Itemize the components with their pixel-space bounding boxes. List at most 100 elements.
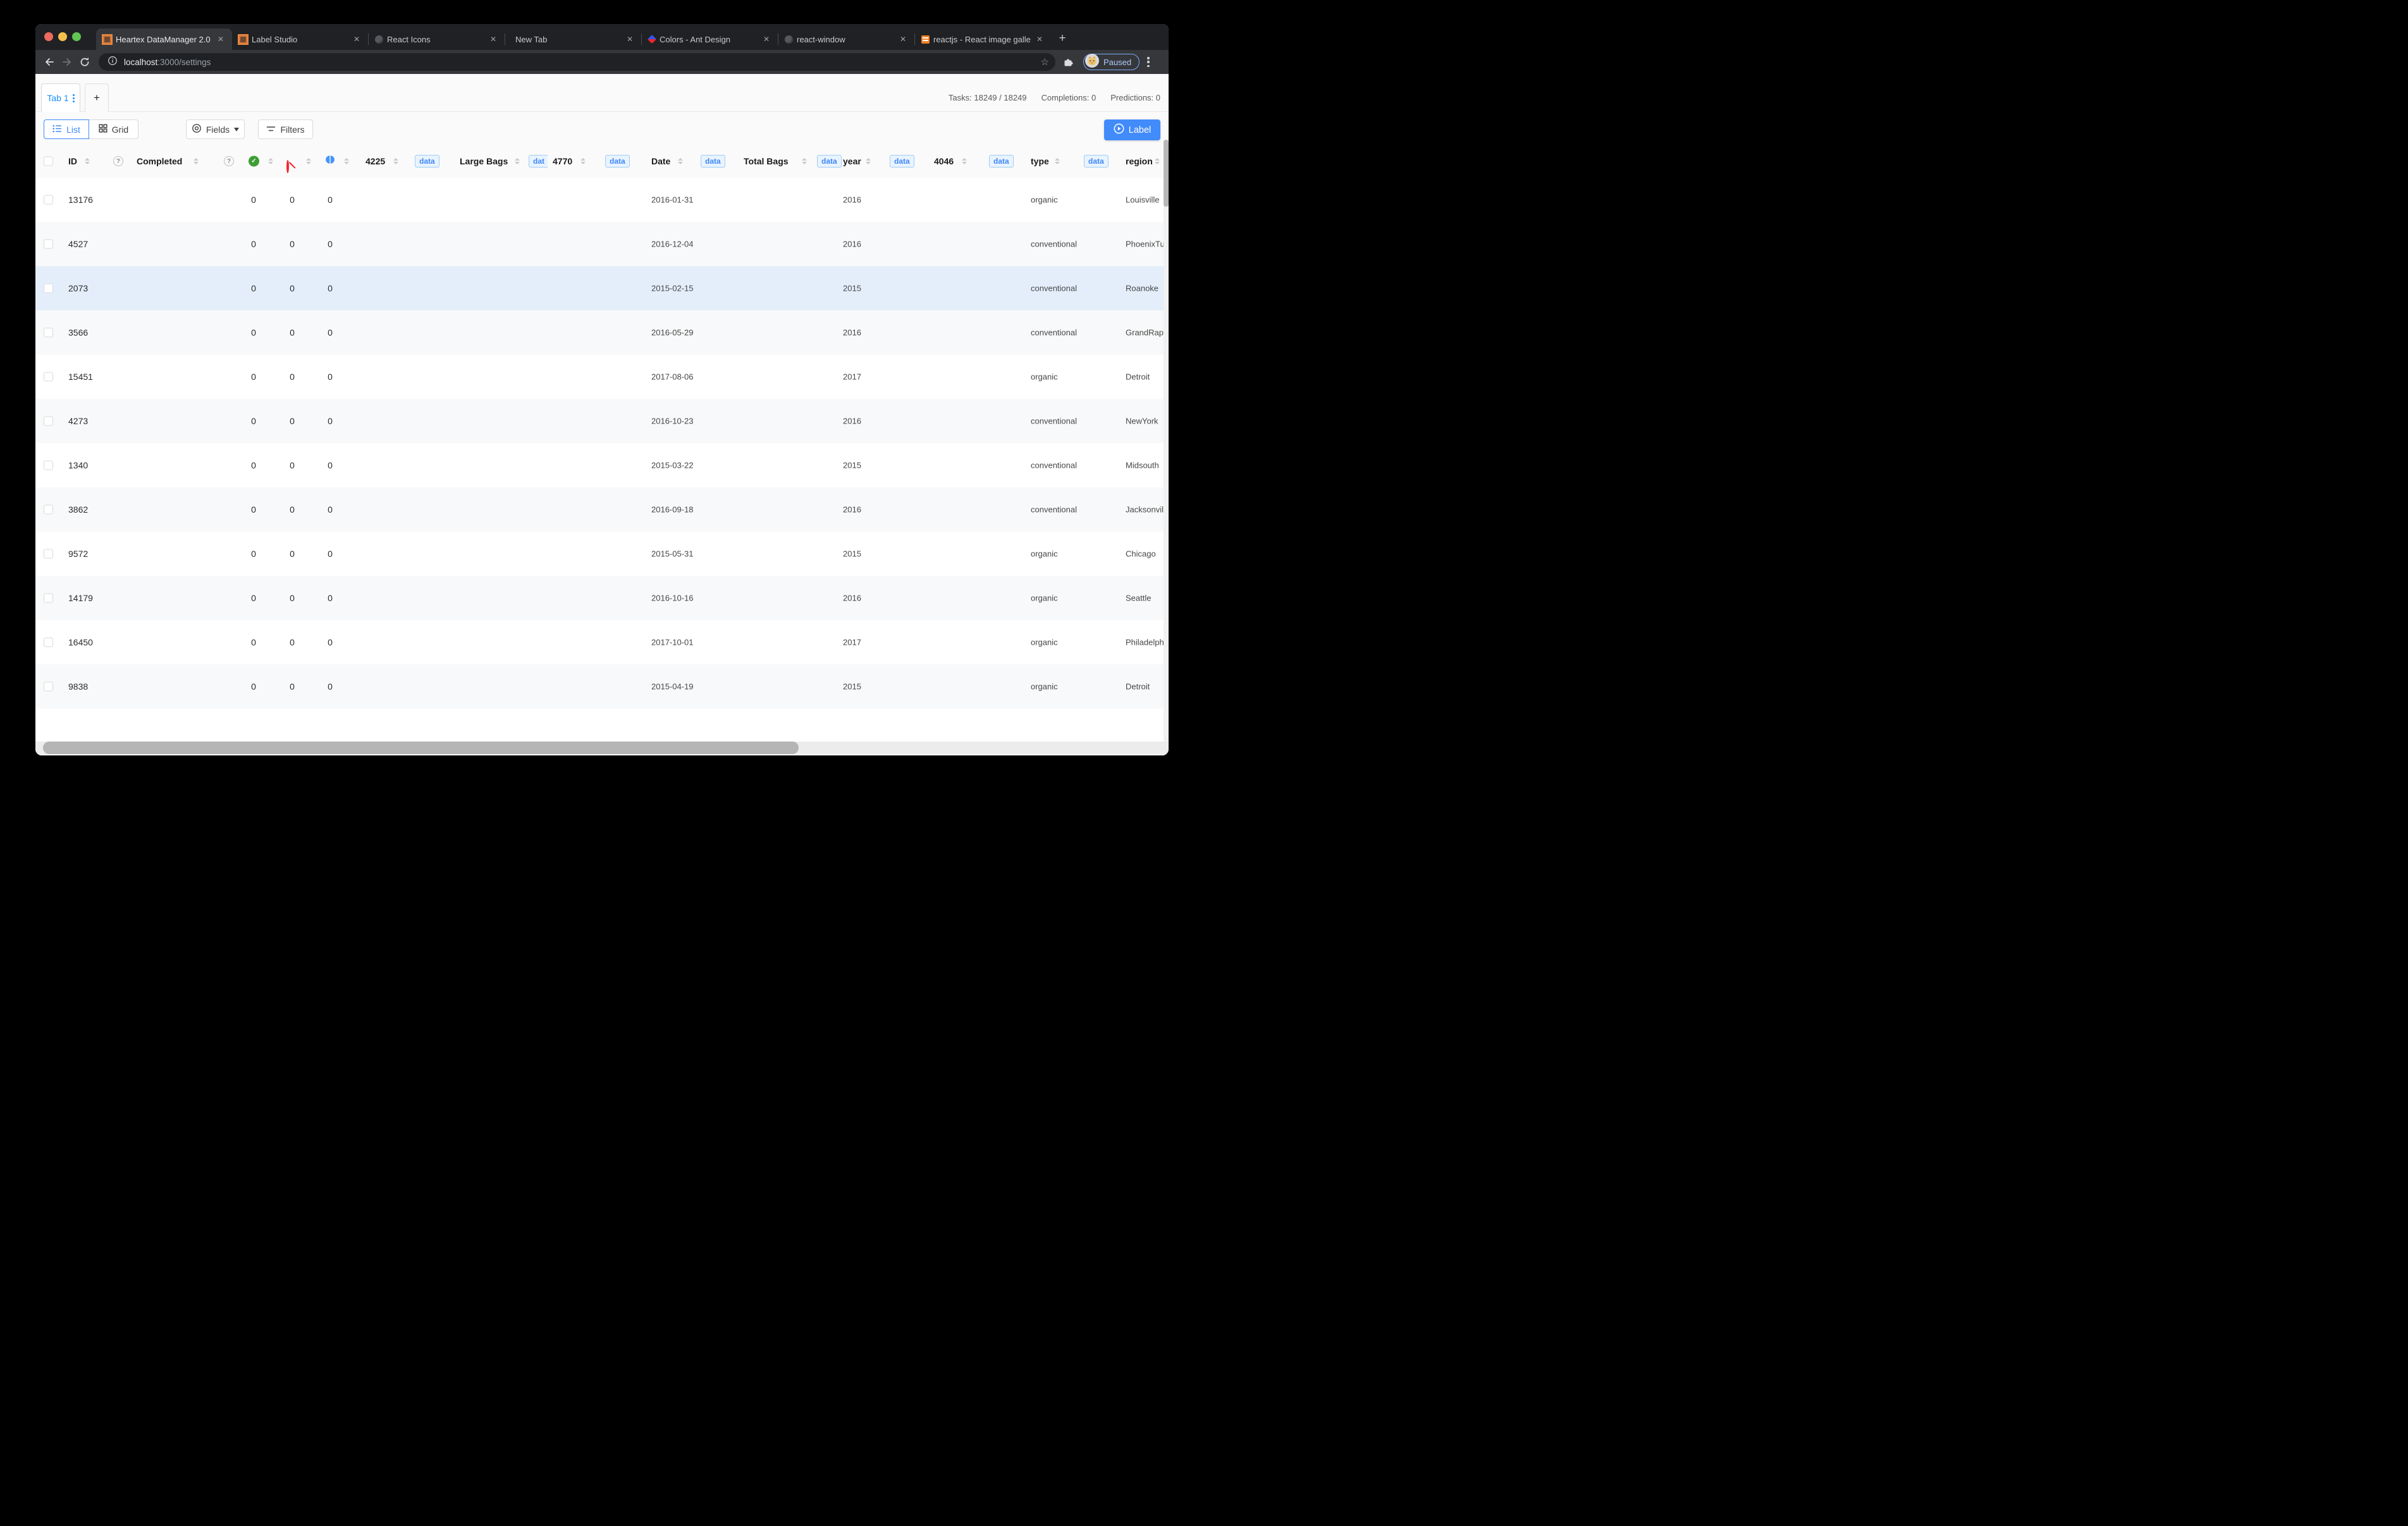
cell-date: 2016-09-18 — [651, 505, 694, 515]
column-type[interactable]: type — [1031, 156, 1049, 166]
sort-icon[interactable] — [580, 158, 586, 164]
fields-button[interactable]: Fields — [186, 119, 245, 139]
cell-predictions: 0 — [325, 416, 335, 426]
browser-tab-2[interactable]: Label Studio✕ — [232, 28, 368, 50]
view-tab-menu-icon[interactable] — [73, 94, 75, 102]
row-checkbox[interactable] — [44, 594, 53, 603]
row-checkbox[interactable] — [44, 417, 53, 426]
tab-close-icon[interactable]: ✕ — [488, 35, 498, 44]
filters-button[interactable]: Filters — [258, 119, 313, 139]
table-row[interactable]: 45270002016-12-042016conventionalPhoenix… — [35, 222, 1169, 266]
forward-icon[interactable] — [58, 53, 76, 71]
column-4770[interactable]: 4770 — [553, 156, 572, 166]
cancellations-icon[interactable] — [286, 160, 289, 173]
vertical-scrollbar[interactable] — [1164, 140, 1169, 742]
extensions-puzzle-icon[interactable] — [1059, 53, 1077, 71]
heartex-favicon-icon — [239, 35, 247, 44]
reload-icon[interactable] — [76, 53, 94, 71]
row-checkbox[interactable] — [44, 195, 53, 205]
completions-check-icon[interactable]: ✓ — [249, 156, 259, 167]
row-checkbox[interactable] — [44, 682, 53, 692]
column-year[interactable]: year — [843, 156, 861, 166]
column-region[interactable]: region — [1126, 156, 1153, 166]
tab-close-icon[interactable]: ✕ — [1035, 35, 1045, 44]
minimize-window-button[interactable] — [58, 32, 67, 41]
row-checkbox[interactable] — [44, 328, 53, 338]
tab-close-icon[interactable]: ✕ — [216, 35, 226, 44]
sort-icon[interactable] — [678, 158, 683, 164]
tab-close-icon[interactable]: ✕ — [625, 35, 635, 44]
row-checkbox[interactable] — [44, 638, 53, 647]
column-id[interactable]: ID — [68, 156, 77, 166]
sort-icon[interactable] — [393, 158, 398, 164]
grid-view-button[interactable]: Grid — [89, 119, 138, 139]
row-checkbox[interactable] — [44, 461, 53, 470]
column-date[interactable]: Date — [651, 156, 670, 166]
row-checkbox[interactable] — [44, 505, 53, 515]
browser-tab-3[interactable]: React Icons✕ — [369, 28, 505, 50]
list-view-button[interactable]: List — [44, 119, 89, 139]
sort-icon[interactable] — [194, 158, 199, 164]
sort-icon[interactable] — [1155, 158, 1160, 164]
row-checkbox[interactable] — [44, 372, 53, 382]
view-tab-1[interactable]: Tab 1 — [41, 83, 80, 112]
close-window-button[interactable] — [44, 32, 53, 41]
browser-tab-5[interactable]: Colors - Ant Design✕ — [642, 28, 778, 50]
row-checkbox[interactable] — [44, 240, 53, 249]
table-row[interactable]: 131760002016-01-312016organicLouisville — [35, 178, 1169, 222]
sort-icon[interactable] — [344, 158, 349, 164]
back-icon[interactable] — [40, 53, 58, 71]
profile-button[interactable]: Paused — [1083, 54, 1140, 70]
label-button[interactable]: Label — [1104, 119, 1160, 140]
table-row[interactable]: 95720002015-05-312015organicChicago — [35, 532, 1169, 576]
browser-menu-icon[interactable] — [1147, 57, 1150, 67]
cell-date: 2015-03-22 — [651, 461, 694, 470]
column-4046[interactable]: 4046 — [934, 156, 954, 166]
bookmark-star-icon[interactable]: ☆ — [1041, 56, 1049, 68]
sort-icon[interactable] — [268, 158, 273, 164]
table-row[interactable]: 42730002016-10-232016conventionalNewYork — [35, 399, 1169, 443]
site-info-icon[interactable] — [108, 56, 118, 69]
sort-icon[interactable] — [866, 158, 871, 164]
predictions-brain-icon[interactable] — [325, 156, 335, 168]
zoom-window-button[interactable] — [72, 32, 81, 41]
sort-icon[interactable] — [1055, 158, 1060, 164]
sort-icon[interactable] — [802, 158, 807, 164]
cell-type: conventional — [1031, 240, 1077, 249]
table-row[interactable]: 20730002015-02-152015conventionalRoanoke — [35, 266, 1169, 310]
cell-cancellations: 0 — [287, 239, 297, 249]
table-row[interactable]: 141790002016-10-162016organicSeattle — [35, 576, 1169, 620]
column-large-bags[interactable]: Large Bags — [460, 156, 508, 166]
table-row[interactable]: 38620002016-09-182016conventionalJackson… — [35, 487, 1169, 532]
address-bar[interactable]: localhost:3000/settings ☆ — [99, 53, 1055, 71]
horizontal-scrollbar-thumb[interactable] — [43, 742, 799, 754]
tab-close-icon[interactable]: ✕ — [761, 35, 771, 44]
column-total-bags[interactable]: Total Bags — [744, 156, 789, 166]
browser-tab-4[interactable]: New Tab✕ — [505, 28, 641, 50]
sort-icon[interactable] — [962, 158, 967, 164]
browser-tab-7[interactable]: reactjs - React image gallery✕ — [915, 28, 1051, 50]
select-all-checkbox[interactable] — [44, 157, 53, 166]
browser-tab-6[interactable]: react-window✕ — [778, 28, 914, 50]
sort-icon[interactable] — [515, 158, 520, 164]
sort-icon[interactable] — [306, 158, 311, 164]
table-row[interactable]: 154510002017-08-062017organicDetroit — [35, 355, 1169, 399]
sort-icon[interactable] — [85, 158, 90, 164]
table-row[interactable]: 13400002015-03-222015conventionalMidsout… — [35, 443, 1169, 487]
cell-completions: 0 — [249, 460, 259, 470]
browser-tab-1[interactable]: Heartex DataManager 2.0✕ — [96, 28, 232, 50]
column-completed[interactable]: Completed — [137, 156, 182, 166]
tab-close-icon[interactable]: ✕ — [352, 35, 362, 44]
row-checkbox[interactable] — [44, 549, 53, 559]
vertical-scrollbar-thumb[interactable] — [1164, 140, 1169, 207]
new-tab-button[interactable]: + — [1054, 30, 1071, 47]
table-row[interactable]: 164500002017-10-012017organicPhiladelphi… — [35, 620, 1169, 664]
tab-close-icon[interactable]: ✕ — [898, 35, 908, 44]
column-4225[interactable]: 4225 — [366, 156, 385, 166]
horizontal-scrollbar[interactable] — [35, 742, 1169, 754]
add-view-tab-button[interactable]: + — [85, 83, 109, 112]
row-checkbox[interactable] — [44, 284, 53, 293]
fields-eye-icon — [192, 123, 202, 135]
table-row[interactable]: 98380002015-04-192015organicDetroit — [35, 664, 1169, 709]
table-row[interactable]: 35660002016-05-292016conventionalGrandRa… — [35, 310, 1169, 355]
